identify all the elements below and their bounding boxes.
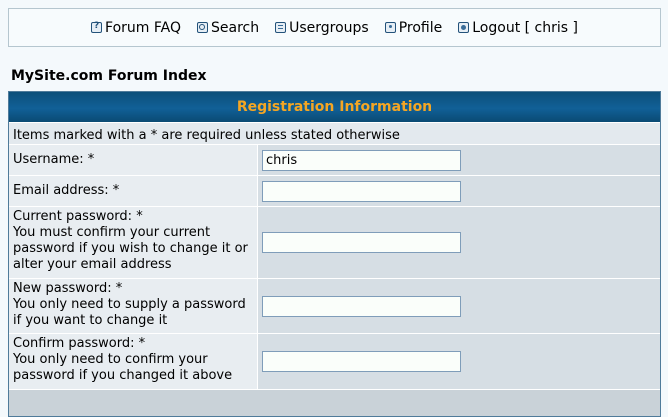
username-row: Username: * [9, 144, 660, 175]
nav-search-label: Search [210, 19, 260, 36]
nav-profile-link[interactable]: Profile [384, 19, 443, 36]
confirm-password-cell [257, 334, 660, 389]
logout-icon [458, 22, 470, 33]
username-input[interactable] [262, 149, 461, 171]
top-nav: Forum FAQ Search Usergroups Profile Logo… [8, 8, 661, 47]
new-password-cell [257, 279, 660, 333]
confirm-password-label: Confirm password: * You only need to con… [9, 334, 257, 389]
forum-index-link[interactable]: MySite.com Forum Index [11, 68, 207, 84]
current-password-input[interactable] [262, 232, 461, 253]
confirm-password-input[interactable] [262, 351, 461, 372]
new-password-label: New password: * You only need to supply … [9, 279, 257, 333]
nav-logout-link[interactable]: Logout [ chris ] [458, 20, 578, 36]
nav-usergroups-link[interactable]: Usergroups [275, 20, 369, 36]
faq-icon [91, 21, 103, 33]
confirm-password-hint: You only need to confirm your password i… [13, 352, 233, 383]
form-header: Registration Information [9, 92, 660, 122]
nav-search-link[interactable]: Search [196, 19, 260, 36]
email-input[interactable] [262, 180, 461, 202]
current-password-label: Current password: * You must confirm you… [9, 207, 257, 278]
email-row: Email address: * [9, 175, 660, 206]
search-icon [196, 22, 208, 33]
confirm-password-label-text: Confirm password: * [13, 336, 146, 351]
nav-faq-link[interactable]: Forum FAQ [91, 20, 181, 36]
registration-form: Registration Information Items marked wi… [8, 91, 661, 417]
nav-profile-label: Profile [398, 19, 443, 36]
new-password-label-text: New password: * [13, 281, 123, 296]
email-cell [257, 176, 660, 206]
username-label: Username: * [9, 145, 257, 175]
confirm-password-row: Confirm password: * You only need to con… [9, 333, 660, 389]
current-password-label-text: Current password: * [13, 209, 143, 224]
email-label-text: Email address: * [13, 183, 120, 198]
current-password-hint: You must confirm your current password i… [13, 225, 248, 272]
new-password-input[interactable] [262, 295, 461, 317]
username-cell [257, 145, 660, 175]
usergroups-icon [275, 22, 287, 33]
current-password-row: Current password: * You must confirm you… [9, 206, 660, 278]
required-note: Items marked with a * are required unles… [9, 122, 660, 144]
current-password-cell [257, 207, 660, 278]
nav-usergroups-label: Usergroups [289, 19, 369, 36]
username-label-text: Username: * [13, 152, 95, 167]
email-label: Email address: * [9, 176, 257, 206]
nav-faq-label: Forum FAQ [105, 19, 181, 36]
profile-icon [384, 22, 396, 33]
new-password-hint: You only need to supply a password if yo… [13, 297, 246, 328]
nav-logout-label: Logout [ chris ] [472, 19, 578, 36]
new-password-row: New password: * You only need to supply … [9, 278, 660, 333]
